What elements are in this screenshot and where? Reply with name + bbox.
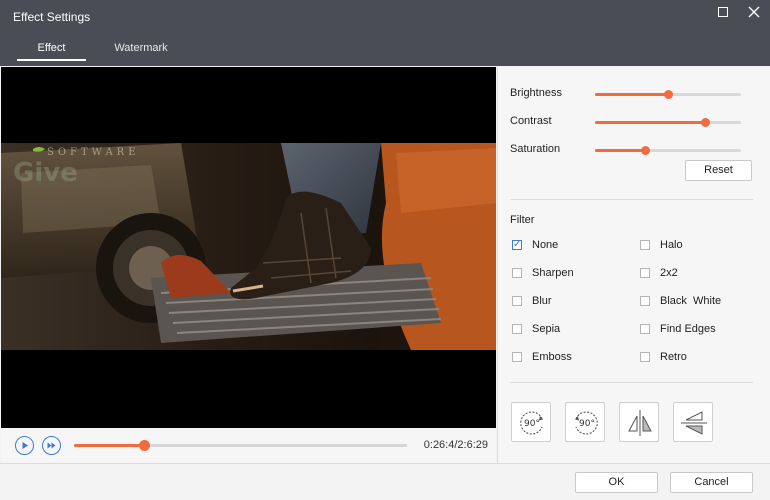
tab-watermark[interactable]: Watermark — [100, 42, 182, 60]
player-controls: 0:26:4/2:6:29 — [1, 428, 496, 462]
rotate-clockwise-button[interactable]: 90° — [511, 402, 551, 442]
maximize-button[interactable] — [714, 4, 732, 20]
filter-sharpen[interactable]: Sharpen — [512, 267, 622, 281]
watermark-text: SOFTWARE — [47, 147, 140, 158]
filter-heading: Filter — [510, 214, 535, 226]
filter-label: Black White — [660, 295, 722, 307]
checkbox[interactable] — [512, 352, 522, 362]
saturation-label: Saturation — [510, 143, 561, 155]
saturation-handle[interactable] — [640, 146, 650, 155]
checkbox[interactable] — [640, 352, 650, 362]
video-preview: Give SOFTWARE — [1, 67, 496, 428]
reset-button[interactable]: Reset — [685, 160, 752, 181]
close-button[interactable] — [745, 4, 763, 20]
maximize-icon — [718, 7, 728, 17]
contrast-row: Contrast — [510, 113, 760, 131]
filter-2x2[interactable]: 2x2 — [640, 267, 750, 281]
divider — [510, 382, 753, 383]
filter-label: Sharpen — [532, 267, 574, 279]
filter-label: None — [532, 239, 559, 251]
contrast-fill — [595, 121, 705, 124]
check-icon: ✓ — [513, 239, 522, 250]
progress-fill — [74, 444, 144, 447]
filter-find-edges[interactable]: Find Edges — [640, 323, 750, 337]
tab-effect[interactable]: Effect — [17, 42, 86, 61]
brightness-row: Brightness — [510, 85, 760, 103]
flip-horizontal-icon — [628, 410, 652, 436]
brightness-fill — [595, 93, 668, 96]
flip-horizontal-button[interactable] — [619, 402, 659, 442]
filter-label: Retro — [660, 351, 687, 363]
ok-button[interactable]: OK — [575, 472, 658, 493]
filter-label: Blur — [532, 295, 552, 307]
saturation-fill — [595, 149, 645, 152]
filter-label: Emboss — [532, 351, 572, 363]
dialog-footer: OK Cancel — [0, 463, 770, 500]
flip-vertical-button[interactable] — [673, 402, 713, 442]
filter-label: Halo — [660, 239, 683, 251]
filter-black-white[interactable]: Black White — [640, 295, 750, 309]
play-icon — [22, 442, 28, 449]
rotate-cw-label: 90° — [524, 419, 540, 429]
video-frame: Give SOFTWARE — [1, 143, 496, 350]
checkbox[interactable] — [640, 268, 650, 278]
filter-label: Sepia — [532, 323, 561, 335]
brightness-handle[interactable] — [664, 90, 673, 99]
close-icon — [748, 6, 760, 18]
time-display: 0:26:4/2:6:29 — [423, 439, 488, 451]
divider — [510, 199, 753, 200]
play-button[interactable] — [15, 436, 34, 455]
progress-handle[interactable] — [138, 440, 150, 451]
saturation-row: Saturation — [510, 141, 760, 159]
flip-vertical-icon — [681, 411, 707, 435]
saturation-slider[interactable] — [595, 146, 741, 155]
rotate-counterclockwise-icon: 90° — [575, 411, 598, 435]
filter-emboss[interactable]: Emboss — [512, 351, 622, 365]
filter-retro[interactable]: Retro — [640, 351, 750, 365]
cancel-button[interactable]: Cancel — [670, 472, 753, 493]
checkbox[interactable]: ✓ — [512, 239, 522, 250]
checkbox[interactable] — [512, 296, 522, 306]
rotate-ccw-label: 90° — [579, 419, 595, 429]
brightness-slider[interactable] — [595, 90, 741, 99]
checkbox[interactable] — [640, 296, 650, 306]
contrast-handle[interactable] — [700, 118, 710, 127]
filter-none[interactable]: ✓ None — [512, 239, 622, 253]
title-bar: Effect Settings Effect Watermark — [0, 0, 770, 66]
step-forward-button[interactable] — [42, 436, 61, 455]
rotate-counterclockwise-button[interactable]: 90° — [565, 402, 605, 442]
filter-blur[interactable]: Blur — [512, 295, 622, 309]
progress-slider[interactable] — [74, 440, 407, 451]
checkbox[interactable] — [640, 240, 650, 250]
checkbox[interactable] — [640, 324, 650, 334]
contrast-slider[interactable] — [595, 118, 741, 127]
filter-label: 2x2 — [660, 267, 678, 279]
svg-text:Give: Give — [13, 158, 78, 188]
checkbox[interactable] — [512, 268, 522, 278]
rotate-clockwise-icon: 90° — [520, 411, 543, 435]
filter-halo[interactable]: Halo — [640, 239, 750, 253]
settings-panel: Brightness Contrast Saturation Reset Fil… — [497, 67, 770, 463]
checkbox[interactable] — [512, 324, 522, 334]
filter-label: Find Edges — [660, 323, 716, 335]
filter-sepia[interactable]: Sepia — [512, 323, 622, 337]
window-title: Effect Settings — [13, 10, 91, 24]
contrast-label: Contrast — [510, 115, 552, 127]
step-forward-icon — [47, 442, 56, 449]
brightness-label: Brightness — [510, 87, 562, 99]
